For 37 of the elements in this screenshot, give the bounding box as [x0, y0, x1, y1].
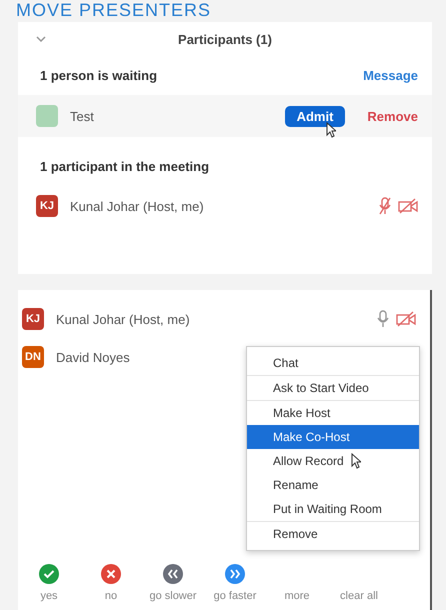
menu-item[interactable]: Remove [247, 521, 419, 546]
remove-button[interactable]: Remove [367, 108, 418, 124]
chevron-icon[interactable] [36, 36, 46, 42]
heading-text: MOVE PRESENTERS [16, 0, 212, 20]
avatar: DN [22, 346, 44, 368]
yes-icon[interactable] [39, 564, 59, 584]
panel-title: Participants (1) [178, 32, 272, 46]
mic-icon[interactable] [376, 310, 390, 328]
section-heading: 1 participant in the meeting [40, 159, 210, 174]
avatar: KJ [36, 195, 58, 217]
reaction-label[interactable]: go slower [149, 590, 197, 602]
avatar: KJ [22, 308, 44, 330]
menu-item[interactable]: Allow Record [247, 449, 419, 473]
reaction-label[interactable]: no [104, 590, 118, 602]
video-off-icon[interactable] [398, 198, 418, 214]
menu-item[interactable]: Ask to Start Video [247, 375, 419, 400]
reaction-label[interactable]: more [284, 590, 310, 602]
message-link[interactable]: Message [363, 68, 418, 83]
faster-icon[interactable] [225, 564, 245, 584]
reaction-label[interactable]: yes [40, 590, 58, 602]
menu-item[interactable]: Chat [247, 351, 419, 375]
reaction-label[interactable]: clear all [340, 590, 378, 602]
menu-item[interactable]: Put in Waiting Room [247, 497, 419, 521]
admit-button[interactable]: Admit [284, 106, 346, 126]
participant-name: Kunal Johar (Host, me) [56, 312, 190, 326]
participant-name: David Noyes [56, 350, 130, 364]
slower-icon[interactable] [163, 564, 183, 584]
menu-item[interactable]: Rename [247, 473, 419, 497]
participant-name: Kunal Johar (Host, me) [70, 198, 205, 214]
reaction-label[interactable]: go faster [214, 590, 256, 602]
section-heading: 1 person is waiting [40, 68, 158, 83]
cursor-icon [351, 453, 361, 469]
participant-name: Test [70, 108, 95, 124]
menu-item[interactable]: Make Co-Host [247, 425, 419, 449]
video-off-icon[interactable] [396, 311, 416, 327]
muted-mic-icon[interactable] [378, 197, 392, 215]
no-icon[interactable] [101, 564, 121, 584]
